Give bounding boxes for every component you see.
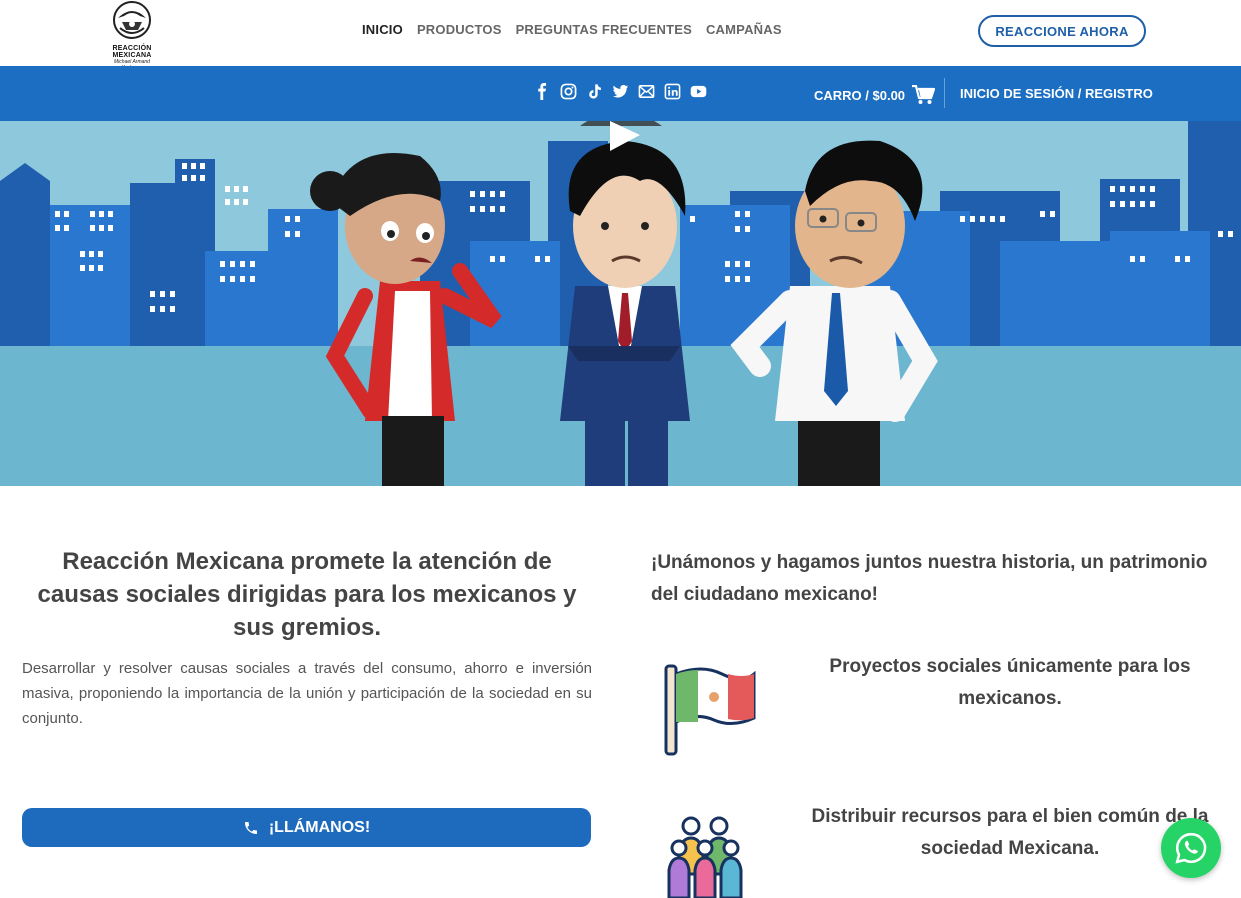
feature-text-1: Proyectos sociales únicamente para los m… — [829, 656, 1191, 709]
nav-item-inicio[interactable]: INICIO — [362, 22, 403, 37]
main-nav: INICIO PRODUCTOS PREGUNTAS FRECUENTES CA… — [362, 22, 782, 37]
mission-title: Reacción Mexicana promete la atención de… — [37, 548, 577, 641]
unity-intro: ¡Unámonos y hagamos juntos nuestra histo… — [651, 552, 1208, 605]
eagle-emblem-icon — [113, 1, 151, 39]
top-header: REACCIÓN MEXICANA Michael Armand Yapburg… — [0, 0, 1241, 71]
whatsapp-button[interactable] — [1161, 818, 1221, 878]
logo-line-1: REACCIÓN — [112, 45, 152, 52]
facebook-icon[interactable] — [533, 82, 551, 100]
email-icon[interactable] — [637, 82, 655, 100]
cart-icon — [912, 85, 936, 104]
call-us-label: ¡LLÁMANOS! — [268, 818, 371, 836]
nav-item-campanas[interactable]: CAMPAÑAS — [706, 22, 782, 37]
secondary-bar: CARRO / $0.00 INICIO DE SESIÓN / REGISTR… — [0, 66, 1241, 121]
mexico-flag-icon — [662, 662, 757, 763]
login-register-link[interactable]: INICIO DE SESIÓN / REGISTRO — [960, 86, 1153, 101]
cart-link[interactable]: CARRO / $0.00 — [814, 85, 936, 105]
divider — [944, 78, 945, 108]
nav-item-preguntas-frecuentes[interactable]: PREGUNTAS FRECUENTES — [516, 22, 692, 37]
tiktok-icon[interactable] — [585, 82, 603, 100]
mission-section: Reacción Mexicana promete la atención de… — [22, 545, 592, 731]
twitter-icon[interactable] — [611, 82, 629, 100]
mission-text: Desarrollar y resolver causas sociales a… — [22, 660, 592, 727]
feature-text-2: Distribuir recursos para el bien común d… — [811, 806, 1209, 859]
site-logo[interactable]: REACCIÓN MEXICANA Michael Armand Yapburg… — [108, 0, 156, 71]
whatsapp-icon — [1175, 832, 1207, 864]
instagram-icon[interactable] — [559, 82, 577, 100]
hero-video[interactable] — [0, 121, 1241, 486]
hero-illustration — [0, 121, 1241, 486]
reaccione-ahora-button[interactable]: REACCIONE AHORA — [978, 15, 1146, 47]
logo-line-2: MEXICANA — [112, 52, 152, 59]
nav-item-productos[interactable]: PRODUCTOS — [417, 22, 502, 37]
youtube-icon[interactable] — [689, 82, 707, 100]
linkedin-icon[interactable] — [663, 82, 681, 100]
phone-icon — [244, 821, 257, 834]
cart-label: CARRO / $0.00 — [814, 87, 906, 103]
call-us-button[interactable]: ¡LLÁMANOS! — [22, 808, 591, 847]
people-group-icon — [667, 814, 749, 898]
social-links — [533, 82, 707, 100]
